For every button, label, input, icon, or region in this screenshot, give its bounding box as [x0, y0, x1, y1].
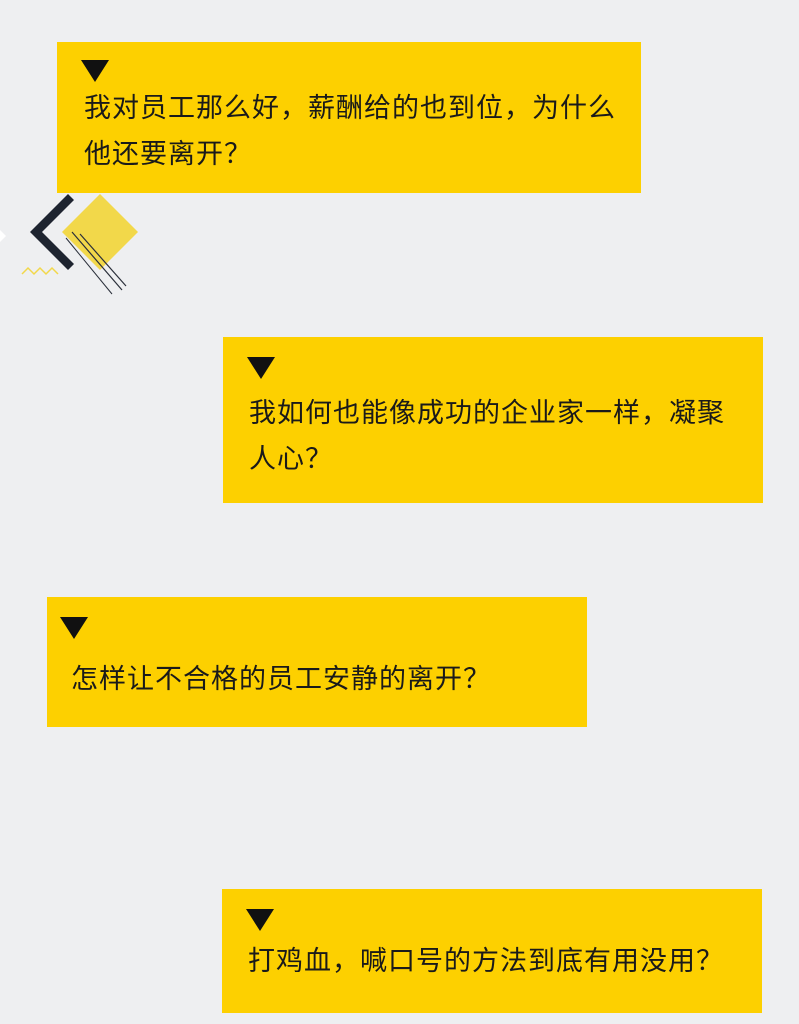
question-text: 我如何也能像成功的企业家一样，凝聚 人心？: [249, 398, 725, 475]
down-triangle-icon: [247, 357, 275, 379]
question-text: 打鸡血，喊口号的方法到底有用没用？: [248, 946, 724, 977]
question-text: 怎样让不合格的员工安静的离开？: [71, 664, 491, 695]
question-card-3: 怎样让不合格的员工安静的离开？: [47, 597, 587, 727]
down-triangle-icon: [246, 909, 274, 931]
question-card-4: 打鸡血，喊口号的方法到底有用没用？: [222, 889, 762, 1013]
question-card-2: 我如何也能像成功的企业家一样，凝聚 人心？: [223, 337, 763, 503]
decorative-diamond-graphic: [0, 190, 150, 300]
question-card-1: 我对员工那么好，薪酬给的也到位，为什么 他还要离开？: [57, 42, 641, 193]
question-text: 我对员工那么好，薪酬给的也到位，为什么 他还要离开？: [84, 93, 616, 170]
down-triangle-icon: [60, 617, 88, 639]
down-triangle-icon: [81, 60, 109, 82]
